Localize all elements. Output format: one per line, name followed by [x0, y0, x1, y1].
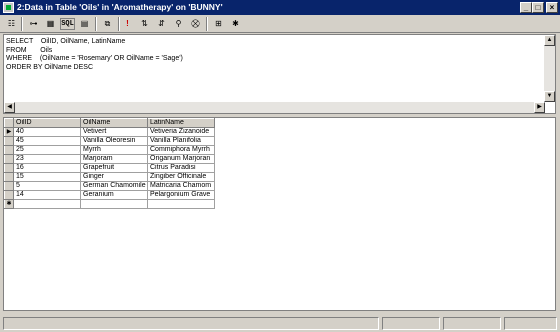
sort-asc-icon[interactable]: ⇅: [137, 17, 152, 31]
cell-oilid[interactable]: 40: [13, 127, 81, 137]
row-selector[interactable]: [4, 136, 14, 146]
sql-pane[interactable]: SELECT OilID, OilName, LatinName FROM Oi…: [3, 34, 556, 114]
scroll-down-icon[interactable]: ▼: [544, 91, 555, 102]
column-header-oilid[interactable]: OilID: [13, 118, 81, 128]
status-panel: [443, 317, 501, 330]
scroll-right-icon[interactable]: ▶: [534, 102, 545, 113]
row-selector-header[interactable]: [4, 118, 14, 128]
table-row[interactable]: 23 Marjoram Origanum Marjoran: [4, 154, 215, 164]
table-row[interactable]: 15 Ginger Zingiber Officinale: [4, 172, 215, 182]
row-selector[interactable]: [4, 190, 14, 200]
app-icon[interactable]: [3, 2, 14, 13]
run-icon[interactable]: !: [120, 17, 135, 31]
cell-oilname[interactable]: Marjoram: [80, 154, 148, 164]
cell-latinname[interactable]: Origanum Marjoran: [147, 154, 215, 164]
table-row[interactable]: 5 German Chamomile Matricaria Chamom: [4, 181, 215, 191]
cell-oilname[interactable]: Vetivert: [80, 127, 148, 137]
table-row[interactable]: 16 Grapefruit Citrus Paradisi: [4, 163, 215, 173]
cell-oilid[interactable]: 15: [13, 172, 81, 182]
cell-latinname[interactable]: Zingiber Officinale: [147, 172, 215, 182]
link-icon[interactable]: ⊶: [26, 17, 41, 31]
cell-oilid[interactable]: 45: [13, 136, 81, 146]
table-row[interactable]: ▶ 40 Vetivert Vetiveria Zizanoide: [4, 127, 215, 137]
cell-oilname[interactable]: [80, 199, 148, 209]
toolbar-separator: [206, 17, 208, 31]
scroll-up-icon[interactable]: ▲: [544, 35, 555, 46]
cell-oilname[interactable]: Vanilla Oleoresin: [80, 136, 148, 146]
results-icon[interactable]: ▤: [77, 17, 92, 31]
filter-icon[interactable]: ⚲: [171, 17, 186, 31]
sort-desc-icon[interactable]: ⇵: [154, 17, 169, 31]
maximize-button[interactable]: □: [532, 2, 544, 13]
row-selector[interactable]: [4, 154, 14, 164]
cell-latinname[interactable]: Matricaria Chamom: [147, 181, 215, 191]
table-row[interactable]: 14 Geranium Pelargonium Grave: [4, 190, 215, 200]
cell-oilid[interactable]: 23: [13, 154, 81, 164]
row-selector[interactable]: [4, 163, 14, 173]
remove-filter-icon[interactable]: ⛒: [188, 17, 203, 31]
cell-oilid[interactable]: 16: [13, 163, 81, 173]
sql-text[interactable]: SELECT OilID, OilName, LatinName FROM Oi…: [6, 38, 183, 72]
cell-latinname[interactable]: Pelargonium Grave: [147, 190, 215, 200]
group-by-icon[interactable]: ⊞: [211, 17, 226, 31]
column-header-latinname[interactable]: LatinName: [147, 118, 215, 128]
cell-oilid[interactable]: 5: [13, 181, 81, 191]
close-button[interactable]: ×: [546, 2, 558, 13]
window-title: 2:Data in Table 'Oils' in 'Aromatherapy'…: [17, 2, 223, 12]
add-table-icon[interactable]: ✱: [228, 17, 243, 31]
sql-vertical-scrollbar[interactable]: ▲ ▼: [544, 35, 555, 102]
row-selector[interactable]: [4, 145, 14, 155]
table-row[interactable]: 25 Myrrh Commiphora Myrrh: [4, 145, 215, 155]
scroll-left-icon[interactable]: ◀: [4, 102, 15, 113]
current-row-icon[interactable]: ▶: [4, 127, 14, 137]
pane-icon[interactable]: ⧉: [100, 17, 115, 31]
cell-oilid[interactable]: 14: [13, 190, 81, 200]
status-panel: [504, 317, 557, 330]
row-selector[interactable]: [4, 181, 14, 191]
cell-latinname[interactable]: Citrus Paradisi: [147, 163, 215, 173]
column-header-oilname[interactable]: OilName: [80, 118, 148, 128]
minimize-button[interactable]: _: [520, 2, 532, 13]
sql-horizontal-scrollbar[interactable]: ◀ ▶: [4, 102, 545, 113]
cell-latinname[interactable]: Commiphora Myrrh: [147, 145, 215, 155]
cell-oilid[interactable]: 25: [13, 145, 81, 155]
results-table: OilID OilName LatinName ▶ 40 Vetivert Ve…: [4, 118, 215, 209]
cell-oilname[interactable]: German Chamomile: [80, 181, 148, 191]
toolbar-separator: [21, 17, 23, 31]
cell-latinname[interactable]: [147, 199, 215, 209]
cell-oilname[interactable]: Grapefruit: [80, 163, 148, 173]
results-grid[interactable]: OilID OilName LatinName ▶ 40 Vetivert Ve…: [3, 117, 556, 311]
table-header-row: OilID OilName LatinName: [4, 118, 215, 128]
properties-icon[interactable]: ☷: [4, 17, 19, 31]
cell-oilname[interactable]: Myrrh: [80, 145, 148, 155]
cell-oilname[interactable]: Geranium: [80, 190, 148, 200]
sql-icon[interactable]: SQL: [60, 18, 75, 30]
title-bar[interactable]: 2:Data in Table 'Oils' in 'Aromatherapy'…: [0, 0, 560, 15]
grid-icon[interactable]: ▦: [43, 17, 58, 31]
status-panel: [382, 317, 440, 330]
table-row[interactable]: 45 Vanilla Oleoresin Vanilla Planifolia: [4, 136, 215, 146]
toolbar-separator: [95, 17, 97, 31]
cell-latinname[interactable]: Vetiveria Zizanoide: [147, 127, 215, 137]
row-selector[interactable]: [4, 172, 14, 182]
toolbar: ☷ ⊶ ▦ SQL ▤ ⧉ ! ⇅ ⇵ ⚲ ⛒ ⊞ ✱: [0, 15, 560, 33]
cell-latinname[interactable]: Vanilla Planifolia: [147, 136, 215, 146]
status-panel-main: [3, 317, 379, 330]
status-bar: [0, 314, 560, 332]
cell-oilname[interactable]: Ginger: [80, 172, 148, 182]
new-row-icon[interactable]: ✱: [4, 199, 14, 209]
cell-oilid[interactable]: [13, 199, 81, 209]
new-row[interactable]: ✱: [4, 199, 215, 209]
